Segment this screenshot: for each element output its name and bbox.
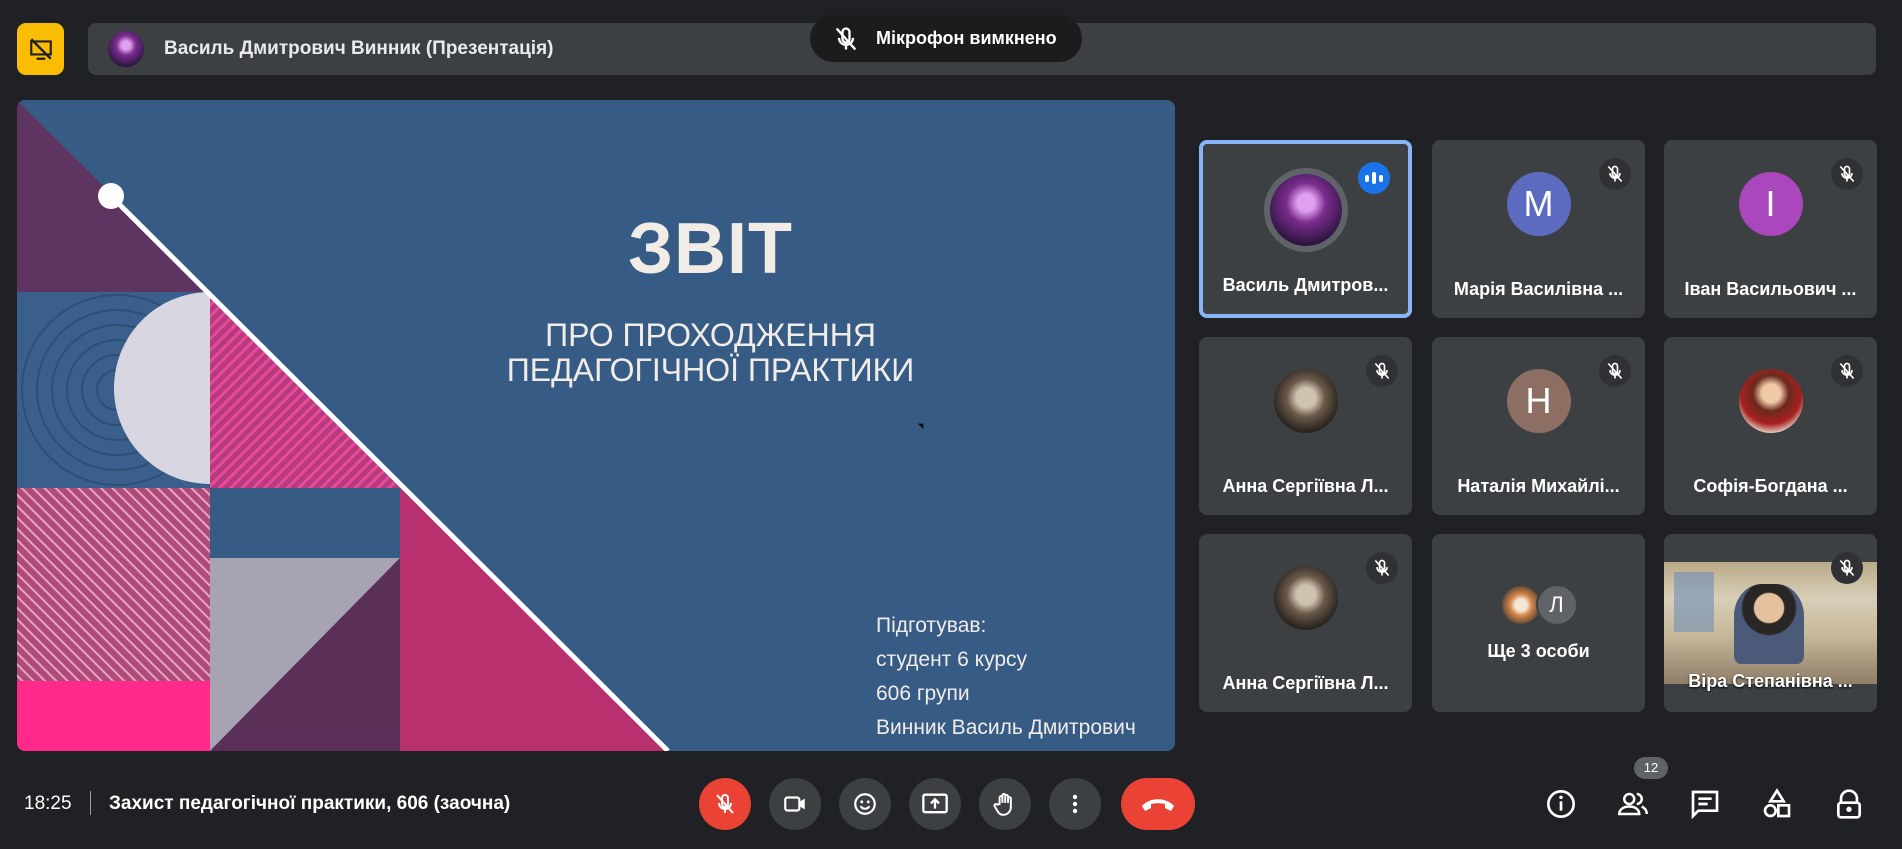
- avatar-initial: Н: [1525, 380, 1552, 421]
- mic-off-icon: [1366, 355, 1398, 387]
- people-button[interactable]: [1615, 786, 1651, 822]
- participant-tile[interactable]: Анна Сергіївна Л...: [1199, 337, 1412, 515]
- author-line: студент 6 курсу: [876, 648, 1028, 671]
- activities-icon: [1763, 788, 1791, 818]
- participant-name: Софія-Богдана ...: [1693, 476, 1848, 496]
- avatar-stack: Л: [1432, 584, 1645, 626]
- mic-off-icon: [1599, 355, 1631, 387]
- mic-off-icon: [1599, 158, 1631, 190]
- video-person: [1734, 584, 1804, 664]
- speaking-icon: [1358, 162, 1390, 194]
- participant-tile[interactable]: М Марія Василівна ...: [1432, 140, 1645, 318]
- mic-toast-text: Мікрофон вимкнено: [876, 28, 1057, 48]
- mic-off-icon: [716, 793, 734, 814]
- mic-off-icon: [1831, 552, 1863, 584]
- participant-tile[interactable]: І Іван Васильович ...: [1664, 140, 1877, 318]
- participant-name: Іван Васильович ...: [1684, 279, 1857, 299]
- divider: [90, 791, 91, 815]
- participant-name: Анна Сергіївна Л...: [1222, 476, 1389, 496]
- participant-tile[interactable]: Анна Сергіївна Л...: [1199, 534, 1412, 712]
- chat-icon: [1691, 790, 1719, 820]
- host-controls-button[interactable]: [1831, 786, 1867, 822]
- mic-off-icon: [1366, 552, 1398, 584]
- hand-icon: [993, 793, 1012, 816]
- avatar: [1738, 369, 1803, 433]
- participant-tile[interactable]: Віра Степанівна ...: [1664, 534, 1877, 712]
- presenter-avatar: [108, 31, 144, 67]
- mic-off-toast: Мікрофон вимкнено: [810, 15, 1082, 62]
- participants-count-badge: 12: [1634, 757, 1668, 779]
- people-icon: [1617, 792, 1648, 816]
- participant-tile[interactable]: Василь Дмитров...: [1199, 140, 1412, 318]
- meeting-info-button[interactable]: [1543, 786, 1579, 822]
- mic-off-icon: [1831, 355, 1863, 387]
- participant-tile[interactable]: Н Наталія Михайлі...: [1432, 337, 1645, 515]
- avatar: [1263, 168, 1348, 252]
- avatar: Л: [1535, 584, 1578, 626]
- mic-off-icon: [835, 26, 857, 50]
- author-line: Винник Василь Дмитрович: [876, 716, 1136, 739]
- avatar: [1273, 566, 1338, 630]
- avatar-initial: І: [1765, 183, 1776, 224]
- videocam-icon: [784, 796, 805, 812]
- meeting-title: Захист педагогічної практики, 606 (заочн…: [109, 793, 511, 814]
- mic-off-icon: [1831, 158, 1863, 190]
- participant-name: Марія Василівна ...: [1453, 279, 1624, 299]
- raise-hand-button[interactable]: [979, 778, 1031, 830]
- activities-button[interactable]: [1759, 786, 1795, 822]
- emoji-icon: [854, 793, 876, 815]
- call-end-icon: [1142, 799, 1174, 811]
- avatar: [1273, 369, 1338, 433]
- chat-button[interactable]: [1687, 786, 1723, 822]
- info-icon: [1547, 790, 1575, 818]
- leave-call-button[interactable]: [1121, 778, 1195, 830]
- more-vert-icon: [1072, 794, 1078, 814]
- present-screen-button[interactable]: [909, 778, 961, 830]
- presenter-title: Василь Дмитрович Винник (Презентація): [164, 38, 554, 59]
- more-participants-tile[interactable]: Л Ще 3 особи: [1432, 534, 1645, 712]
- reactions-button[interactable]: [839, 778, 891, 830]
- camera-toggle-button[interactable]: [769, 778, 821, 830]
- video-background: [1674, 572, 1714, 632]
- avatar-initial: М: [1523, 183, 1554, 224]
- slide-subtitle: ПРО ПРОХОДЖЕННЯ ПЕДАГОГІЧНОЇ ПРАКТИКИ: [506, 317, 915, 388]
- participant-name: Василь Дмитров...: [1222, 275, 1389, 295]
- slide-title: ЗВІТ: [627, 209, 794, 289]
- avatar: М: [1506, 172, 1571, 236]
- mic-toggle-button[interactable]: [699, 778, 751, 830]
- slide-author-block: Підготував: студент 6 курсу 606 групи Ви…: [876, 609, 1136, 745]
- present-icon: [922, 793, 948, 814]
- participant-name: Віра Степанівна ...: [1688, 671, 1853, 691]
- host-controls-icon: [1837, 789, 1861, 819]
- avatar-initial: Л: [1549, 592, 1564, 617]
- presentation-stop-icon[interactable]: [17, 23, 64, 75]
- participant-tile[interactable]: Софія-Богдана ...: [1664, 337, 1877, 515]
- more-options-button[interactable]: [1049, 778, 1101, 830]
- participant-name: Ще 3 особи: [1487, 641, 1590, 661]
- author-line: Підготував:: [876, 614, 987, 637]
- clock: 18:25: [24, 793, 72, 814]
- avatar: І: [1738, 172, 1803, 236]
- presentation-slide: ЗВІТ ПРО ПРОХОДЖЕННЯ ПЕДАГОГІЧНОЇ ПРАКТИ…: [17, 100, 1175, 751]
- avatar: Н: [1506, 369, 1571, 433]
- author-line: 606 групи: [876, 682, 970, 705]
- participant-name: Анна Сергіївна Л...: [1222, 673, 1389, 693]
- participant-name: Наталія Михайлі...: [1457, 476, 1620, 496]
